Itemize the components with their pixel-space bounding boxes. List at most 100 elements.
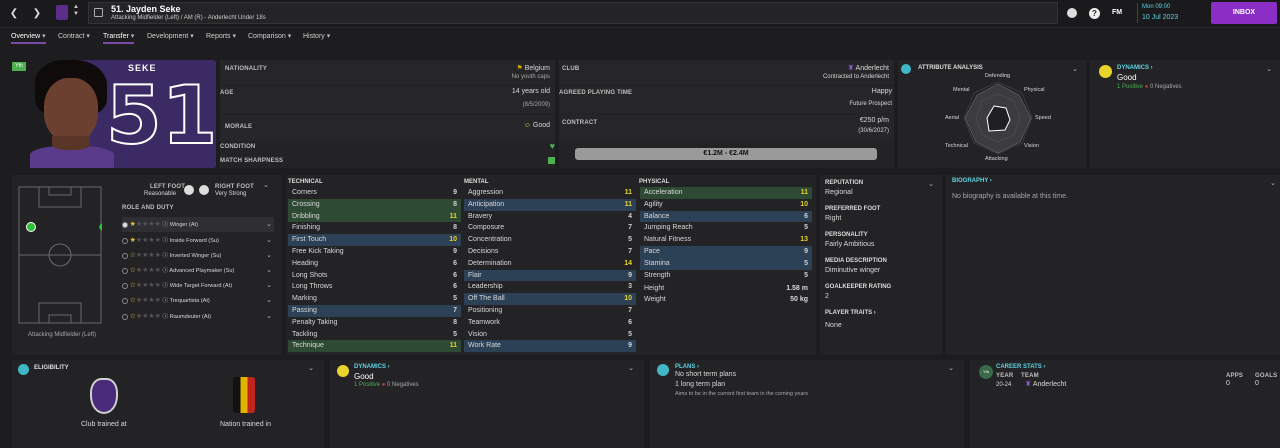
tab-contract-label: Contract — [58, 33, 85, 40]
chevron-down-icon[interactable]: ⌄ — [263, 181, 269, 189]
tab-development-label: Development — [147, 33, 189, 40]
attr-value: 6 — [804, 212, 808, 220]
tab-history[interactable]: History ▾ — [303, 32, 330, 40]
tab-contract[interactable]: Contract ▾ — [58, 32, 90, 40]
technical-title: TECHNICAL — [288, 179, 323, 185]
role-row[interactable]: ☆★★★★ ⓘ Raumdeuter (At) ⌄ — [122, 309, 274, 324]
current-date[interactable]: 10 Jul 2023 — [1142, 14, 1178, 21]
dob: (8/5/2009) — [522, 102, 550, 108]
dynamics-title-link[interactable]: DYNAMICS › — [1117, 65, 1153, 71]
wage: €250 p/m — [859, 117, 889, 124]
right-foot: Very Strong — [215, 191, 247, 197]
nationality-value[interactable]: ⚑ Belgium — [516, 64, 550, 72]
plans-line2: 1 long term plan — [675, 381, 726, 388]
top-bar: ❮ ❯ ▲ ▼ 51. Jayden Seke Attacking Midfiel… — [0, 0, 1280, 28]
role-radio-icon[interactable] — [122, 221, 128, 228]
attr-name: Pace — [644, 248, 660, 255]
morale[interactable]: ☺ Good — [524, 122, 550, 129]
role-row[interactable]: ☆★★★★ ⓘ Inverted Winger (Su) ⌄ — [122, 248, 274, 263]
career-apps-header: APPS — [1226, 373, 1244, 379]
attr-name: Marking — [292, 295, 317, 303]
left-foot-label: LEFT FOOT — [150, 184, 186, 190]
chevron-down-icon[interactable]: ⌄ — [266, 309, 272, 324]
role-row[interactable]: ☆★★★★ ⓘ Advanced Playmaker (Su) ⌄ — [122, 263, 274, 278]
role-radio-icon[interactable] — [122, 282, 128, 289]
club-crest-icon[interactable] — [56, 5, 68, 20]
transfer-value-bar[interactable]: €1.2M - €2.4M — [575, 148, 877, 160]
back-icon[interactable]: ❮ — [9, 8, 19, 20]
up-down-icon[interactable]: ▲ ▼ — [73, 4, 79, 18]
attr-value: 10 — [800, 200, 808, 208]
role-row[interactable]: ☆★★★★ ⓘ Trequartista (At) ⌄ — [122, 293, 274, 308]
chevron-down-icon[interactable]: ⌄ — [266, 248, 272, 263]
chevron-down-icon[interactable]: ⌄ — [266, 217, 272, 232]
chevron-down-icon[interactable]: ⌄ — [266, 293, 272, 308]
chevron-down-icon[interactable]: ⌄ — [266, 263, 272, 278]
tab-overview[interactable]: Overview ▾ — [11, 32, 46, 44]
dynamics-positive: 1 Positive — [1117, 84, 1144, 90]
traits-link[interactable]: PLAYER TRAITS › — [825, 310, 876, 316]
dynamics-title-link[interactable]: DYNAMICS › — [354, 364, 390, 370]
attr-value: 14 — [624, 259, 632, 267]
tab-development[interactable]: Development ▾ — [147, 32, 194, 40]
mental-attr-row: Teamwork 6 — [464, 317, 636, 329]
gk-rating: 2 — [825, 293, 829, 300]
chevron-down-icon[interactable]: ⌄ — [1266, 65, 1272, 73]
physical-title: PHYSICAL — [639, 179, 670, 185]
fm-logo[interactable]: FM — [1112, 9, 1122, 16]
chevron-down-icon[interactable]: ⌄ — [308, 364, 314, 372]
social-icon[interactable] — [1067, 8, 1077, 18]
role-radio-icon[interactable] — [122, 237, 128, 244]
height-row: Height 1.58 m — [640, 285, 812, 296]
nation-flag-icon[interactable] — [233, 377, 255, 413]
attr-value: 6 — [453, 283, 457, 291]
attr-value: 7 — [628, 224, 632, 232]
dynamics-status: Good — [354, 372, 374, 381]
career-link[interactable]: CAREER STATS › — [996, 364, 1045, 370]
role-row[interactable]: ☆★★★★ ⓘ Wide Target Forward (At) ⌄ — [122, 278, 274, 293]
tab-reports[interactable]: Reports ▾ — [206, 32, 236, 40]
technical-attr-row: Marking 5 — [288, 293, 461, 305]
dynamics-negative: 0 Negatives — [386, 382, 419, 388]
attr-value: 3 — [628, 283, 632, 291]
club-crest-icon[interactable] — [90, 378, 118, 414]
physical-attr-row: Jumping Reach 5 — [640, 222, 812, 234]
biography-link[interactable]: BIOGRAPHY › — [952, 178, 992, 184]
club[interactable]: ♜ Anderlecht — [848, 64, 889, 72]
pref-foot: Right — [825, 215, 842, 222]
inbox-button[interactable]: INBOX — [1211, 2, 1277, 24]
role-radio-icon[interactable] — [122, 252, 128, 259]
eligibility-panel: ELIGIBILITY ⌄ Club trained at Nation tra… — [12, 360, 324, 448]
chevron-down-icon[interactable]: ⌄ — [266, 233, 272, 248]
career-team[interactable]: ♜ Anderlecht — [1025, 380, 1066, 388]
biography-panel: BIOGRAPHY › ⌄ No biography is available … — [946, 175, 1280, 355]
tab-comparison-label: Comparison — [248, 33, 286, 40]
dynamics-icon — [1099, 65, 1112, 78]
role-radio-icon[interactable] — [122, 313, 128, 320]
attr-value: 8 — [453, 200, 457, 208]
role-row[interactable]: ★★★★★ ⓘ Winger (At) ⌄ — [122, 217, 274, 232]
plans-link[interactable]: PLANS › — [675, 364, 699, 370]
role-radio-icon[interactable] — [122, 297, 128, 304]
mental-attr-row: Anticipation 11 — [464, 198, 636, 211]
technical-attr-row: Penalty Taking 8 — [288, 317, 461, 329]
physical-attr-row: Stamina 5 — [640, 257, 812, 270]
club-icon: ♜ — [1025, 381, 1032, 388]
attr-value: 5 — [804, 271, 808, 279]
chevron-down-icon[interactable]: ⌄ — [948, 364, 954, 372]
tab-comparison[interactable]: Comparison ▾ — [248, 32, 291, 40]
help-icon[interactable]: ? — [1089, 8, 1100, 19]
chevron-down-icon[interactable]: ⌄ — [266, 278, 272, 293]
forward-icon[interactable]: ❯ — [32, 8, 42, 20]
role-row[interactable]: ★★★★★ ⓘ Inside Forward (Su) ⌄ — [122, 233, 274, 248]
radar-label-aerial: Aerial — [945, 115, 960, 121]
chevron-down-icon[interactable]: ⌄ — [1270, 179, 1276, 187]
chevron-down-icon[interactable]: ⌄ — [628, 364, 634, 372]
tab-transfer[interactable]: Transfer ▾ — [103, 32, 135, 44]
dynamics-panel-bottom: DYNAMICS › Good 1 Positive ● 0 Negatives… — [330, 360, 644, 448]
attr-name: Positioning — [468, 307, 503, 314]
role-radio-icon[interactable] — [122, 267, 128, 274]
chevron-down-icon[interactable]: ⌄ — [928, 180, 934, 188]
radar-label-vision: Vision — [1024, 143, 1039, 149]
attr-name: Tackling — [292, 330, 318, 338]
